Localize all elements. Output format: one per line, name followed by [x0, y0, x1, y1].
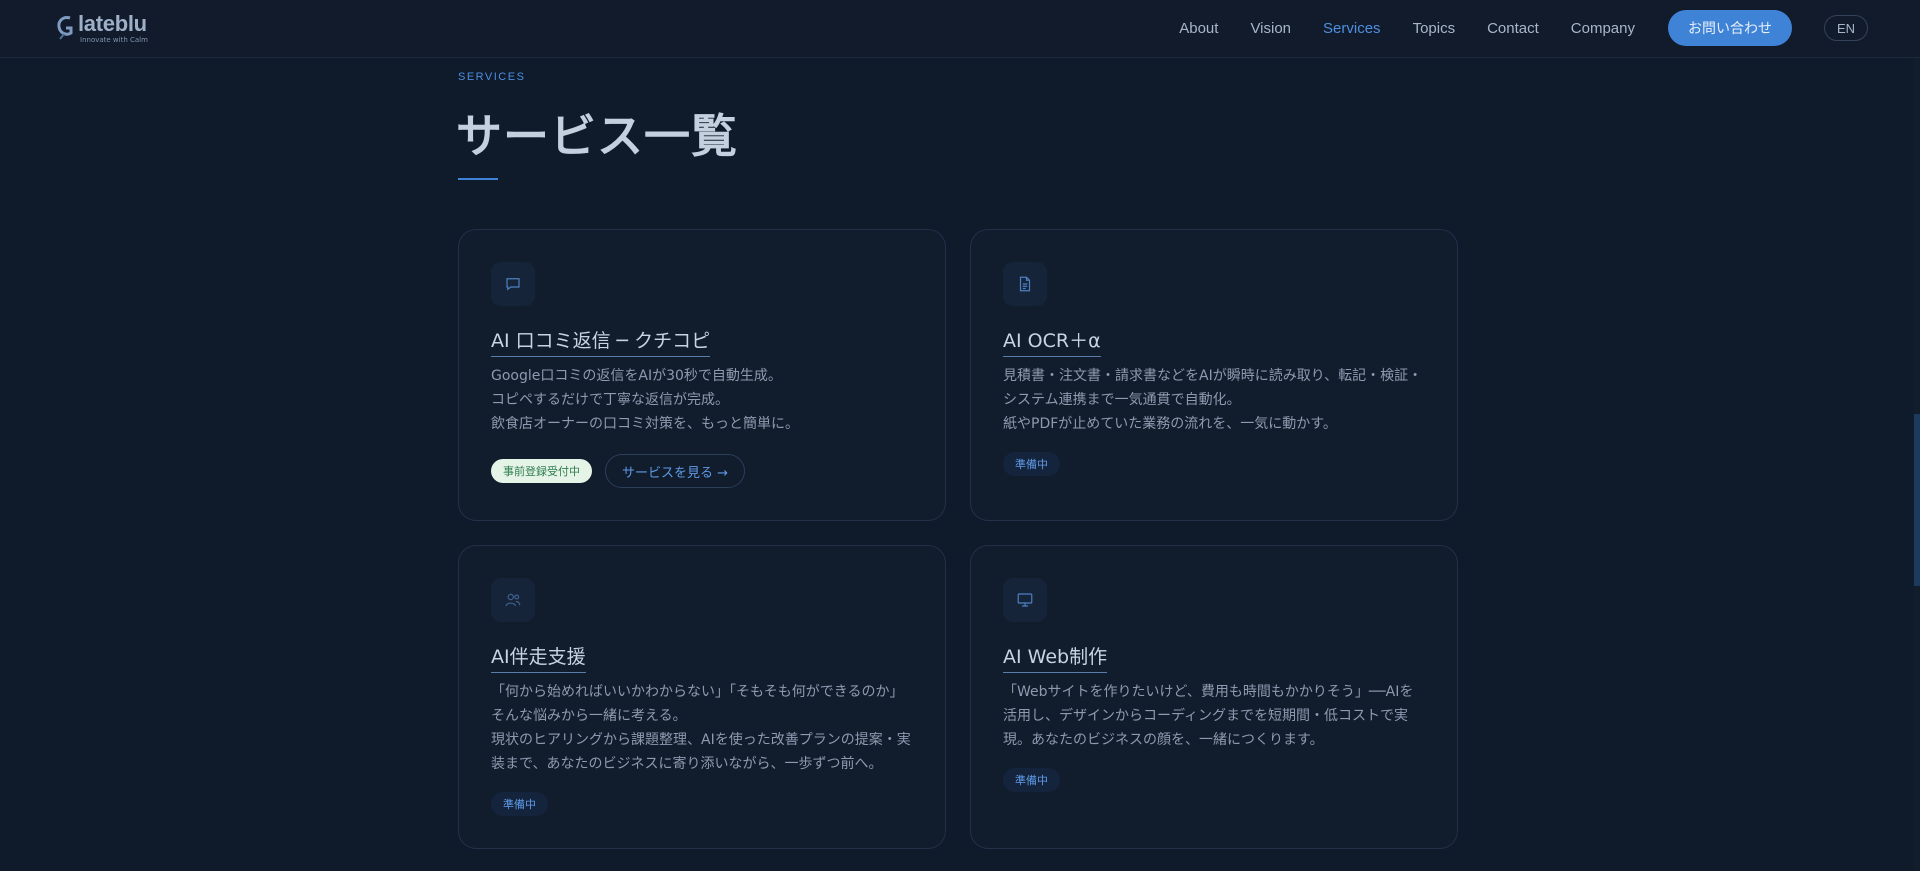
description-line: システム連携まで一気通貫で自動化。	[1003, 392, 1241, 408]
status-badge: 準備中	[1003, 768, 1060, 792]
logo-tagline: Innovate with Calm	[80, 36, 148, 44]
service-card-ai-web: AI Web制作 「Webサイトを作りたいけど、費用も時間もかかりそう」──AI…	[970, 545, 1458, 849]
nav-contact[interactable]: Contact	[1487, 20, 1539, 37]
nav-company[interactable]: Company	[1571, 20, 1635, 37]
card-title[interactable]: AI伴走支援	[491, 642, 586, 673]
view-service-button[interactable]: サービスを見る →	[605, 454, 746, 488]
description-line: 紙やPDFが止めていた業務の流れを、一気に動かす。	[1003, 416, 1337, 432]
card-description: 「何から始めればいいかわからない」「そもそも何ができるのか」 そんな悩みから一緒…	[491, 680, 921, 776]
card-title[interactable]: AI 口コミ返信 ─ クチコピ	[491, 326, 711, 357]
card-description: Google口コミの返信をAIが30秒で自動生成。 コピペするだけで丁寧な返信が…	[491, 364, 921, 436]
status-badge: 事前登録受付中	[491, 459, 592, 483]
users-icon	[491, 578, 535, 622]
main-nav: About Vision Services Topics Contact Com…	[1147, 0, 1635, 56]
language-toggle[interactable]: EN	[1824, 15, 1868, 41]
service-card-kuchikopi: AI 口コミ返信 ─ クチコピ Google口コミの返信をAIが30秒で自動生成…	[458, 229, 946, 521]
description-line: そんな悩みから一緒に考える。	[491, 708, 687, 724]
description-line: 飲食店オーナーの口コミ対策を、もっと簡単に。	[491, 416, 799, 432]
description-line: コピペするだけで丁寧な返信が完成。	[491, 392, 729, 408]
service-card-ai-support: AI伴走支援 「何から始めればいいかわからない」「そもそも何ができるのか」 そん…	[458, 545, 946, 849]
logo[interactable]: lateblu Innovate with Calm	[56, 12, 148, 44]
nav-topics[interactable]: Topics	[1413, 20, 1456, 37]
card-description: 「Webサイトを作りたいけど、費用も時間もかかりそう」──AIを 活用し、デザイ…	[1003, 680, 1433, 752]
site-header: lateblu Innovate with Calm About Vision …	[0, 0, 1920, 58]
logo-mark-icon	[57, 16, 73, 40]
description-line: Google口コミの返信をAIが30秒で自動生成。	[491, 368, 782, 384]
logo-name: lateblu	[78, 11, 147, 36]
card-description: 見積書・注文書・請求書などをAIが瞬時に読み取り、転記・検証・ システム連携まで…	[1003, 364, 1433, 436]
title-divider	[458, 178, 498, 180]
description-line: 「何から始めればいいかわからない」「そもそも何ができるのか」	[491, 684, 904, 700]
description-line: 見積書・注文書・請求書などをAIが瞬時に読み取り、転記・検証・	[1003, 368, 1423, 384]
scrollbar-thumb[interactable]	[1914, 414, 1920, 586]
card-title[interactable]: AI Web制作	[1003, 642, 1108, 673]
status-badge: 準備中	[491, 792, 548, 816]
document-icon	[1003, 262, 1047, 306]
card-title[interactable]: AI OCR＋α	[1003, 326, 1101, 357]
section-eyebrow: SERVICES	[458, 71, 526, 83]
status-badge: 準備中	[1003, 452, 1060, 476]
nav-about[interactable]: About	[1179, 20, 1218, 37]
contact-button[interactable]: お問い合わせ	[1668, 10, 1792, 46]
description-line: 「Webサイトを作りたいけど、費用も時間もかかりそう」──AIを	[1003, 684, 1414, 700]
chat-bubble-icon	[491, 262, 535, 306]
description-line: 現状のヒアリングから課題整理、AIを使った改善プランの提案・実	[491, 732, 911, 748]
service-card-ai-ocr: AI OCR＋α 見積書・注文書・請求書などをAIが瞬時に読み取り、転記・検証・…	[970, 229, 1458, 521]
description-line: 活用し、デザインからコーディングまでを短期間・低コストで実	[1003, 708, 1409, 724]
description-line: 装まで、あなたのビジネスに寄り添いながら、一歩ずつ前へ。	[491, 756, 883, 772]
description-line: 現。あなたのビジネスの顔を、一緒につくります。	[1003, 732, 1324, 748]
page-title: サービス一覧	[456, 109, 738, 163]
nav-services[interactable]: Services	[1323, 20, 1381, 37]
nav-vision[interactable]: Vision	[1250, 20, 1291, 37]
monitor-icon	[1003, 578, 1047, 622]
